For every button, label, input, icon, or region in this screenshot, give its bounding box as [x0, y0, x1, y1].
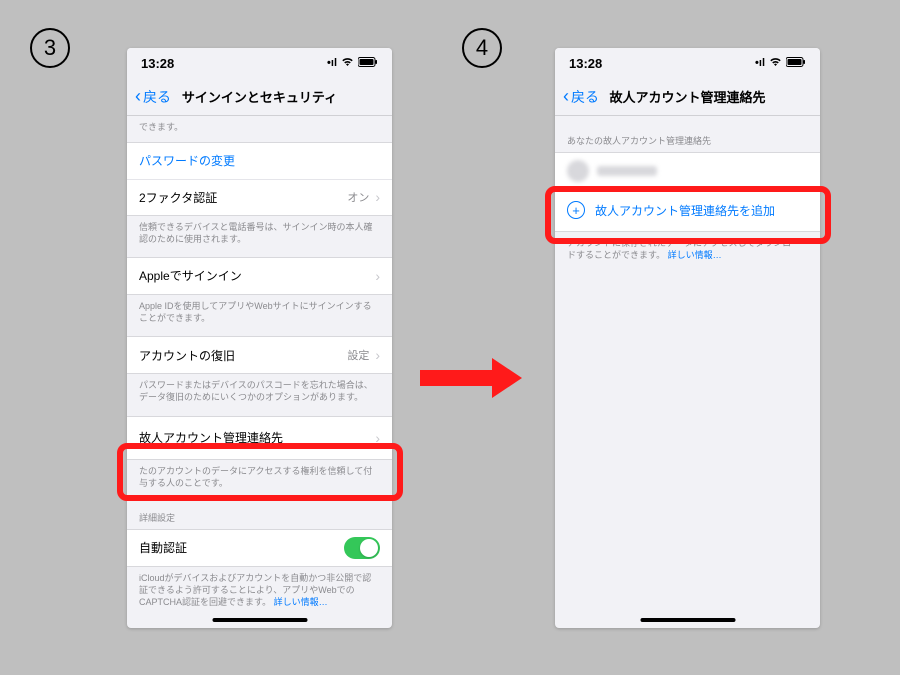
arrow-right-icon: [420, 358, 530, 398]
truncated-footer: できます。: [127, 116, 392, 142]
page-title: サインインとセキュリティ: [182, 87, 337, 106]
status-icons: •ıl: [327, 57, 378, 70]
auto-auth-toggle[interactable]: [344, 537, 380, 559]
legacy-contact-row-redacted[interactable]: [555, 153, 820, 189]
more-info-link[interactable]: 詳しい情報…: [274, 597, 328, 606]
section-footer: パスワードまたはデバイスのパスコードを忘れた場合は、データ復旧のためにいくつかの…: [127, 374, 392, 415]
signal-icon: •ıl: [327, 57, 337, 69]
battery-icon: [786, 57, 806, 70]
battery-icon: [358, 57, 378, 70]
cell-add-legacy-contact[interactable]: + 故人アカウント管理連絡先を追加: [555, 189, 820, 231]
cell-label: Appleでサインイン: [139, 267, 375, 284]
chevron-left-icon: ‹: [563, 86, 569, 107]
nav-bar: ‹ 戻る サインインとセキュリティ: [127, 78, 392, 116]
section-footer: アカウントに保存されたデータにアクセスしてダウンロードすることができます。 詳し…: [555, 232, 820, 273]
chevron-left-icon: ‹: [135, 86, 141, 107]
section-footer: Apple IDを使用してアプリやWebサイトにサインインすることができます。: [127, 295, 392, 336]
plus-circle-icon: +: [567, 201, 585, 219]
cell-label: アカウントの復旧: [139, 347, 347, 364]
page-title: 故人アカウント管理連絡先: [609, 87, 765, 106]
settings-content[interactable]: できます。 パスワードの変更 2ファクタ認証 オン › 信頼できるデバイスと電話…: [127, 116, 392, 606]
cell-label: 故人アカウント管理連絡先を追加: [595, 202, 808, 219]
nav-bar: ‹ 戻る 故人アカウント管理連絡先: [555, 78, 820, 116]
cell-label: 2ファクタ認証: [139, 189, 347, 206]
back-button[interactable]: ‹ 戻る: [135, 86, 171, 107]
home-indicator[interactable]: [640, 618, 735, 622]
chevron-right-icon: ›: [375, 430, 380, 446]
cell-label: 自動認証: [139, 539, 344, 556]
status-bar: 13:28 •ıl: [127, 48, 392, 78]
status-icons: •ıl: [755, 57, 806, 70]
step-badge-4: 4: [462, 28, 502, 68]
section-header: 詳細設定: [127, 501, 392, 529]
wifi-icon: [341, 57, 354, 70]
cell-password-change[interactable]: パスワードの変更: [127, 143, 392, 179]
cell-apple-signin[interactable]: Appleでサインイン ›: [127, 258, 392, 294]
home-indicator[interactable]: [212, 618, 307, 622]
more-info-link[interactable]: 詳しい情報…: [668, 250, 722, 260]
phone-screenshot-4: 13:28 •ıl ‹ 戻る 故人アカウント管理連絡先 あなたの故人アカウント管…: [555, 48, 820, 628]
signal-icon: •ıl: [755, 57, 765, 69]
section-footer: iCloudがデバイスおよびアカウントを自動かつ非公開で認証できるよう許可するこ…: [127, 567, 392, 606]
section-footer: たのアカウントのデータにアクセスする権利を信頼して付与する人のことです。: [127, 460, 392, 501]
chevron-right-icon: ›: [375, 347, 380, 363]
section-footer: 信頼できるデバイスと電話番号は、サインイン時の本人確認のために使用されます。: [127, 216, 392, 257]
name-redacted: [597, 166, 657, 176]
back-button[interactable]: ‹ 戻る: [563, 86, 599, 107]
cell-label: パスワードの変更: [139, 152, 380, 169]
section-header: あなたの故人アカウント管理連絡先: [555, 116, 820, 152]
status-bar: 13:28 •ıl: [555, 48, 820, 78]
cell-legacy-contact[interactable]: 故人アカウント管理連絡先 ›: [127, 417, 392, 459]
step-badge-3: 3: [30, 28, 70, 68]
cell-account-recovery[interactable]: アカウントの復旧 設定 ›: [127, 337, 392, 373]
cell-auto-auth[interactable]: 自動認証: [127, 530, 392, 566]
phone-screenshot-3: 13:28 •ıl ‹ 戻る サインインとセキュリティ できます。 パスワードの…: [127, 48, 392, 628]
status-time: 13:28: [569, 56, 602, 71]
cell-label: 故人アカウント管理連絡先: [139, 429, 375, 446]
wifi-icon: [769, 57, 782, 70]
cell-value: オン: [347, 189, 369, 205]
settings-content[interactable]: あなたの故人アカウント管理連絡先 + 故人アカウント管理連絡先を追加 アカウント…: [555, 116, 820, 606]
status-time: 13:28: [141, 56, 174, 71]
avatar-redacted: [567, 160, 589, 182]
back-label: 戻る: [571, 87, 599, 107]
back-label: 戻る: [143, 87, 171, 107]
chevron-right-icon: ›: [375, 189, 380, 205]
cell-two-factor[interactable]: 2ファクタ認証 オン ›: [127, 179, 392, 215]
chevron-right-icon: ›: [375, 268, 380, 284]
cell-value: 設定: [347, 347, 369, 363]
